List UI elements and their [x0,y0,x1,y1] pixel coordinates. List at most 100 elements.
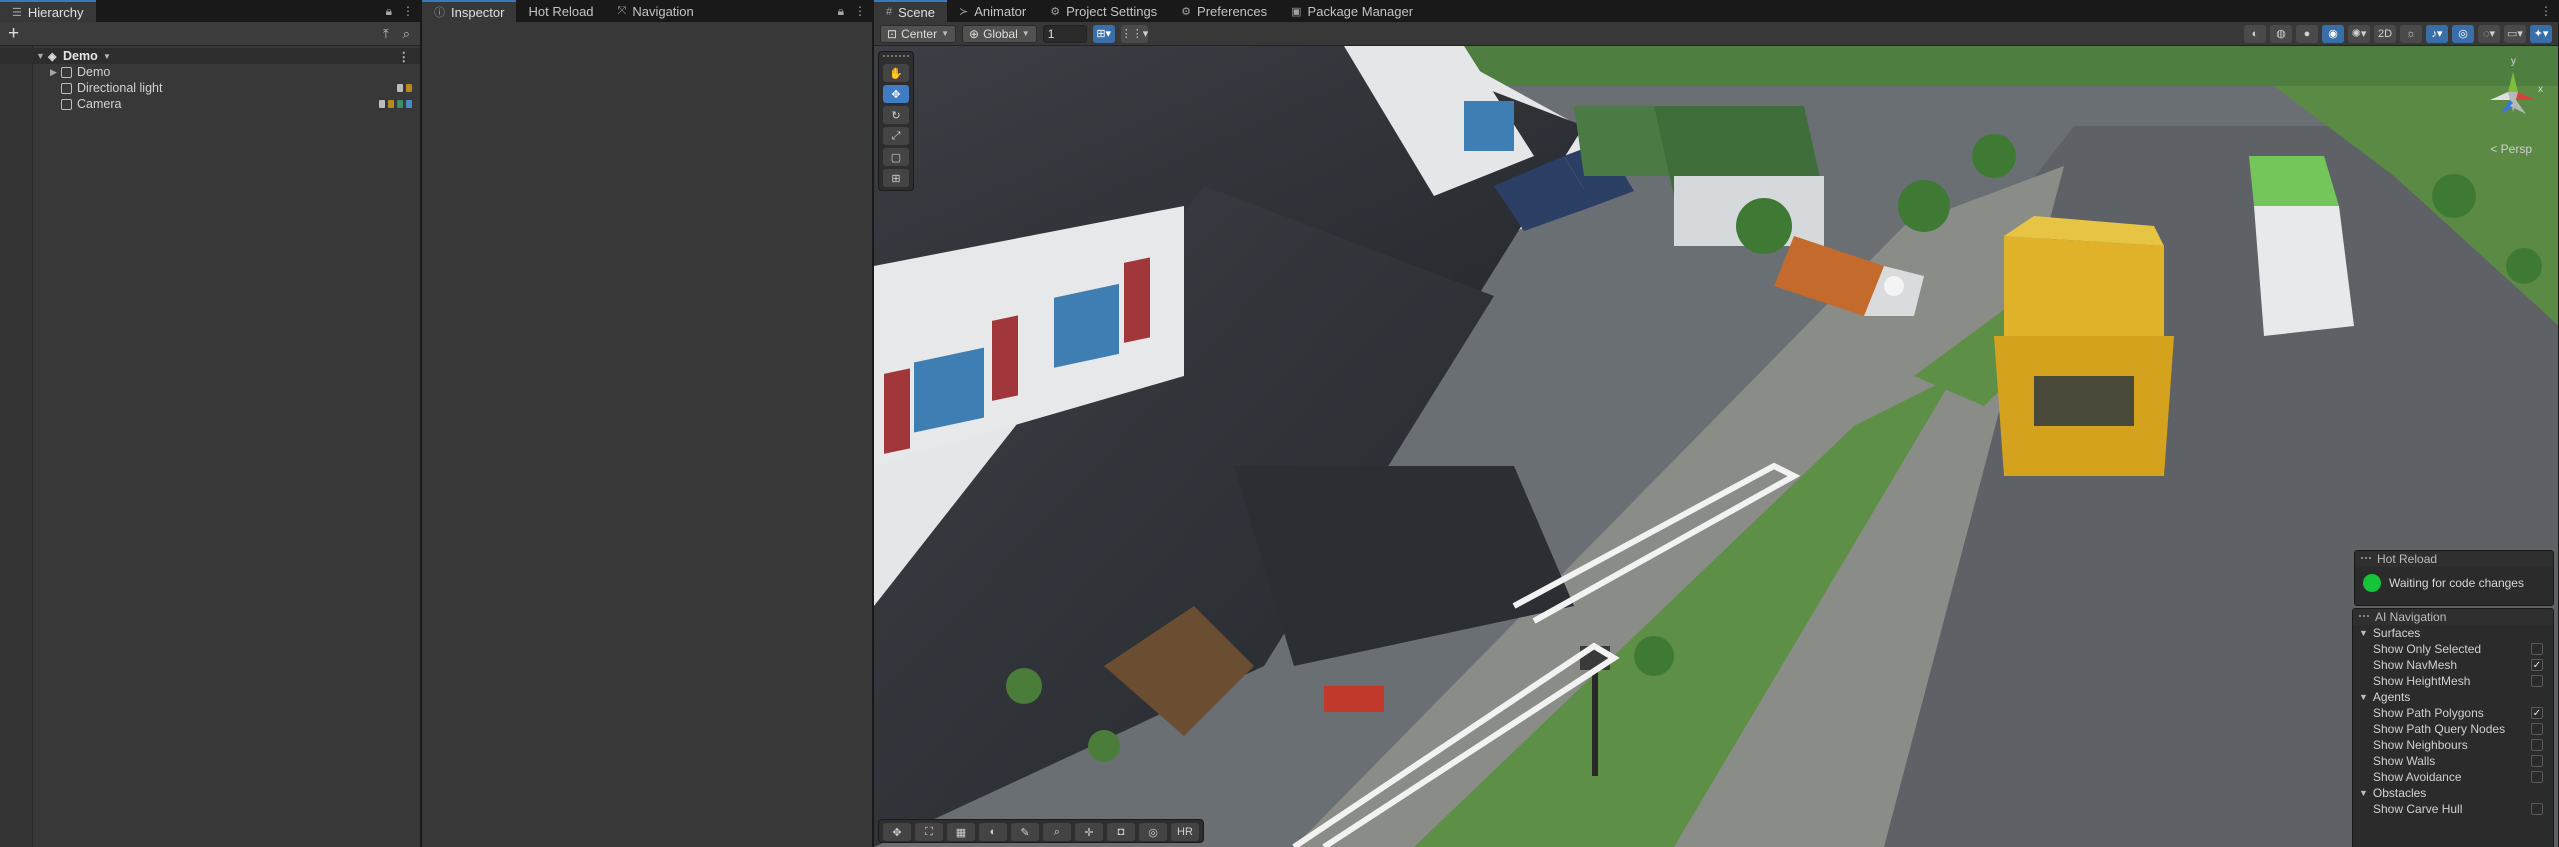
camera-mode-label[interactable]: < Persp [2490,142,2532,156]
scale-tool-icon[interactable]: ⤢ [883,127,909,145]
hierarchy-tabbar: ☰ Hierarchy 🔒︎ ⋮ [0,0,420,22]
drag-handle[interactable] [883,55,909,59]
pivot-icon[interactable]: ✛ [1075,823,1103,841]
nav-option[interactable]: Show Carve Hull [2353,801,2553,817]
tab-hot-reload[interactable]: Hot Reload [516,0,605,22]
more-menu-icon[interactable]: ⋮ [402,4,414,18]
tab-animator[interactable]: ≻ Animator [947,0,1038,22]
nav-option-checkbox[interactable]: ✓ [2531,707,2543,719]
lighting-toggle-icon[interactable]: ☼ [2400,24,2422,43]
grid-snap-button[interactable]: ⋮⋮▾ [1120,24,1149,43]
scene-viewport[interactable]: ✋ ✥ ↻ ⤢ ▢ ⊞ ✥ ⛶ ▦ ◐ ✎ ⌕ ✛ ◘ ◎ HR y x < P… [874,46,2558,847]
nav-section-header[interactable]: ▼ Obstacles [2353,785,2553,801]
tab-navigation[interactable]: ⤧ Navigation [606,0,706,22]
scene-render [874,46,2558,847]
hierarchy-toolbar: + ⤒ ⌕ [0,22,420,46]
grid-visibility-button[interactable]: ⊞▾ [1092,24,1115,43]
draw-mode-icon[interactable]: ✺▾ [2348,24,2370,43]
rect-tool-icon[interactable]: ▢ [883,148,909,166]
nav-option-checkbox[interactable] [2531,723,2543,735]
search-icon[interactable]: ⌕ [403,26,410,42]
scene-row-demo[interactable]: ▼ ◈ Demo ▼ ⋮ [0,48,420,64]
tab-package-manager[interactable]: ▣ Package Manager [1279,0,1425,22]
more-menu-icon[interactable]: ⋮ [854,4,866,18]
paint-icon[interactable]: ✎ [1011,823,1039,841]
expand-arrow-icon[interactable]: ▼ [2359,628,2368,638]
tab-inspector[interactable]: ⓘ Inspector [422,0,517,22]
tab-preferences[interactable]: ⚙ Preferences [1169,0,1279,22]
nav-option-checkbox[interactable] [2531,803,2543,815]
nav-option[interactable]: Show Walls [2353,753,2553,769]
transform-tools-overlay: ✋ ✥ ↻ ⤢ ▢ ⊞ [878,51,914,191]
tab-label: Scene [898,4,935,20]
camera-settings-icon[interactable]: ▭▾ [2504,24,2526,43]
nav-option[interactable]: Show Avoidance [2353,769,2553,785]
tab-project-settings[interactable]: ⚙ Project Settings [1038,0,1169,22]
tab-label: Preferences [1197,3,1268,19]
expand-arrow-icon[interactable]: ▼ [2359,692,2368,702]
shading-unlit-icon[interactable]: ● [2296,24,2318,43]
nav-option-checkbox[interactable] [2531,771,2543,783]
navmesh-icon[interactable]: ⛶ [915,823,943,841]
zoom-icon[interactable]: ⌕ [1043,823,1071,841]
shading-shaded-icon[interactable]: ◉ [2322,24,2344,43]
compass-icon[interactable]: ◎ [1139,823,1167,841]
chevron-down-icon[interactable]: ▼ [103,52,111,61]
pivot-mode-dropdown[interactable]: ⊡ Center ▼ [880,24,957,43]
transform-tool-icon[interactable]: ⊞ [883,169,909,187]
shading-wireframe-icon[interactable]: ◍ [2270,24,2292,43]
camera-icon[interactable]: ◘ [1107,823,1135,841]
drag-handle-icon[interactable] [2361,557,2371,561]
expand-arrow-icon[interactable]: ▼ [2359,788,2368,798]
nav-option[interactable]: Show Only Selected [2353,641,2553,657]
nav-option[interactable]: Show Path Polygons ✓ [2353,705,2553,721]
overlay-header[interactable]: Hot Reload [2355,551,2553,567]
nav-option[interactable]: Show Neighbours [2353,737,2553,753]
tab-scene[interactable]: # Scene [874,0,947,22]
hierarchy-item-camera[interactable]: Camera [0,96,420,112]
nav-section-header[interactable]: ▼ Surfaces [2353,625,2553,641]
hierarchy-item-demo[interactable]: ▶ Demo [0,64,420,80]
nav-option-checkbox[interactable] [2531,755,2543,767]
grid-snap-field[interactable]: 1 [1042,24,1087,43]
pivot-rotation-dropdown[interactable]: ⊕ Global ▼ [962,24,1037,43]
expand-arrow-icon[interactable]: ▶ [50,67,57,78]
lock-icon[interactable]: 🔒︎ [838,4,844,19]
nav-option[interactable]: Show Path Query Nodes [2353,721,2553,737]
nav-option-checkbox[interactable]: ✓ [2531,659,2543,671]
nav-option-label: Show Only Selected [2373,642,2482,656]
gameobject-icon [61,66,72,78]
light-gizmo-icon [1884,276,1904,296]
drag-handle-icon[interactable] [2359,615,2369,619]
audio-toggle-icon[interactable]: ♪▾ [2426,24,2448,43]
terrain-icon[interactable]: ▦ [947,823,975,841]
2d-toggle-icon[interactable]: 2D [2374,24,2396,43]
gizmos-icon[interactable]: ✦▾ [2530,24,2552,43]
tab-hierarchy[interactable]: ☰ Hierarchy [0,0,96,22]
orientation-icon[interactable]: ◐ [2244,24,2266,43]
orientation-gizmo[interactable]: y x [2478,52,2548,152]
more-menu-icon[interactable]: ⋮ [2540,4,2552,18]
nav-option-checkbox[interactable] [2531,643,2543,655]
move-tool-icon[interactable]: ✥ [883,85,909,103]
scene-more-icon[interactable]: ⋮ [398,49,411,64]
hand-tool-icon[interactable]: ✋ [883,64,909,82]
visibility-icon[interactable]: ◎ [2452,24,2474,43]
collapse-icon[interactable]: ⤒ [383,26,389,42]
sphere-icon[interactable]: ◐ [979,823,1007,841]
nav-section-header[interactable]: ▼ Agents [2353,689,2553,705]
expand-arrow-icon[interactable]: ▼ [36,51,45,61]
nav-option-checkbox[interactable] [2531,675,2543,687]
nav-option[interactable]: Show HeightMesh [2353,673,2553,689]
nav-option-checkbox[interactable] [2531,739,2543,751]
hidden-objects-icon[interactable]: ◌▾ [2478,24,2500,43]
lock-icon[interactable]: 🔒︎ [386,4,392,19]
component-icons [379,100,412,108]
nav-option[interactable]: Show NavMesh ✓ [2353,657,2553,673]
overlay-header[interactable]: AI Navigation [2353,609,2553,625]
add-object-button[interactable]: + [8,24,19,43]
move-icon[interactable]: ✥ [883,823,911,841]
rotate-tool-icon[interactable]: ↻ [883,106,909,124]
hot-reload-button[interactable]: HR [1171,823,1199,841]
hierarchy-item-directional-light[interactable]: Directional light [0,80,420,96]
